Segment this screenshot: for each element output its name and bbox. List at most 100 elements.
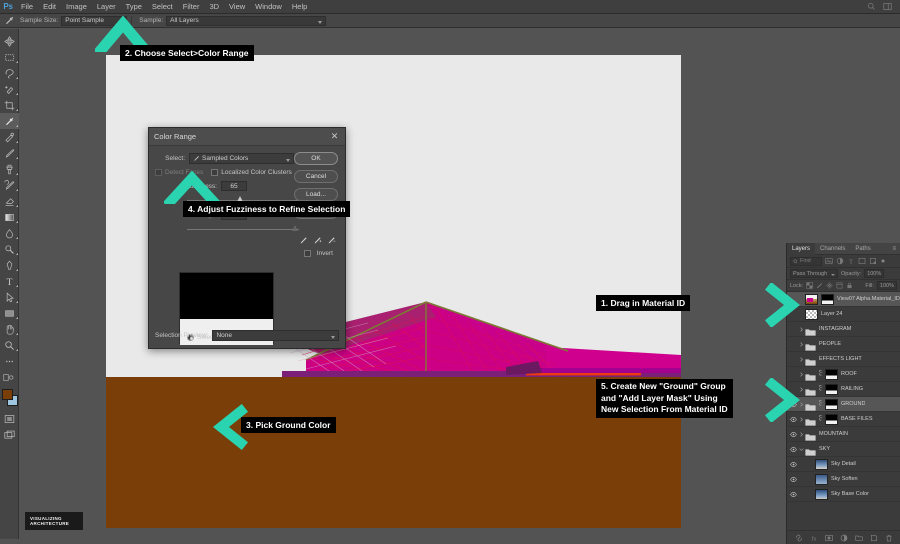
close-icon[interactable]: ✕ (329, 131, 340, 142)
layer-row[interactable]: RAILING (787, 382, 900, 397)
tool-blur[interactable] (0, 225, 19, 241)
tool-pen[interactable] (0, 257, 19, 273)
fill-value[interactable]: 100% (877, 281, 897, 290)
new-group-icon[interactable] (855, 534, 863, 542)
sample-select[interactable]: All Layers (166, 16, 326, 26)
layer-row[interactable]: INSTAGRAM (787, 322, 900, 337)
tool-zoom[interactable] (0, 337, 19, 353)
tool-eraser[interactable] (0, 193, 19, 209)
foreground-color-swatch[interactable] (2, 389, 13, 400)
new-adjustment-layer-icon[interactable] (840, 534, 848, 542)
layer-row[interactable]: BASE FILES (787, 412, 900, 427)
lock-transparency-icon[interactable] (806, 282, 813, 289)
tool-quick-selection[interactable] (0, 81, 19, 97)
search-icon[interactable] (867, 2, 876, 11)
invert-checkbox[interactable] (304, 250, 311, 257)
canvas-area[interactable]: Color Range ✕ Select: Sampled Colors Det… (19, 29, 785, 544)
tool-crop[interactable] (0, 97, 19, 113)
expand-arrow-icon[interactable] (798, 342, 805, 347)
menu-help[interactable]: Help (287, 0, 312, 14)
eyedropper-icon[interactable] (4, 15, 15, 26)
expand-arrow-icon[interactable] (798, 357, 805, 362)
filter-shape-icon[interactable] (858, 257, 866, 265)
workspace-icon[interactable] (883, 2, 892, 11)
layer-row[interactable]: Layer 24 (787, 307, 900, 322)
filter-type-icon[interactable]: T (847, 257, 855, 265)
tool-eyedropper[interactable] (0, 113, 19, 129)
menu-layer[interactable]: Layer (92, 0, 121, 14)
tool-move[interactable] (0, 33, 19, 49)
load-button[interactable]: Load... (294, 188, 338, 201)
tool-path-selection[interactable] (0, 289, 19, 305)
visibility-toggle-icon[interactable] (789, 461, 798, 468)
menu-select[interactable]: Select (147, 0, 178, 14)
layer-thumbnail[interactable] (815, 459, 828, 470)
tab-layers[interactable]: Layers (787, 243, 815, 255)
tool-healing-brush[interactable] (0, 129, 19, 145)
tool-dodge[interactable] (0, 241, 19, 257)
dialog-title-bar[interactable]: Color Range ✕ (149, 128, 345, 146)
layers-list[interactable]: View07 Alpha.Material_IDLayer 24INSTAGRA… (787, 292, 900, 507)
layer-style-icon[interactable]: fx (810, 534, 818, 542)
tool-type[interactable]: T (0, 273, 19, 289)
tab-paths[interactable]: Paths (850, 243, 875, 255)
menu-view[interactable]: View (224, 0, 250, 14)
visibility-toggle-icon[interactable] (789, 491, 798, 498)
layer-row[interactable]: View07 Alpha.Material_ID (787, 292, 900, 307)
tool-quick-mask[interactable] (0, 369, 19, 385)
tool-history-brush[interactable] (0, 177, 19, 193)
new-layer-icon[interactable] (870, 534, 878, 542)
tool-hand[interactable] (0, 321, 19, 337)
tool-edit-toolbar[interactable] (0, 353, 19, 369)
layer-row[interactable]: Sky Detail (787, 457, 900, 472)
layer-mask-thumbnail[interactable] (825, 399, 838, 410)
opacity-value[interactable]: 100% (864, 269, 884, 278)
delete-layer-icon[interactable] (885, 534, 893, 542)
tool-gradient[interactable] (0, 209, 19, 225)
layer-thumbnail[interactable] (805, 294, 818, 305)
tab-channels[interactable]: Channels (815, 243, 850, 255)
blend-mode-dropdown[interactable]: Pass Through (790, 269, 838, 278)
mask-link-icon[interactable] (819, 410, 824, 428)
filter-adjustment-icon[interactable] (836, 257, 844, 265)
filter-toggle-icon[interactable] (880, 258, 886, 264)
layer-mask-thumbnail[interactable] (821, 294, 834, 305)
tool-lasso[interactable] (0, 65, 19, 81)
select-dropdown[interactable]: Sampled Colors (189, 153, 294, 164)
menu-image[interactable]: Image (61, 0, 92, 14)
layer-mask-thumbnail[interactable] (825, 384, 838, 395)
layer-thumbnail[interactable] (815, 474, 828, 485)
expand-arrow-icon[interactable] (798, 432, 805, 437)
tool-brush[interactable] (0, 145, 19, 161)
menu-edit[interactable]: Edit (38, 0, 61, 14)
eyedropper-icon[interactable] (299, 236, 308, 245)
layer-row[interactable]: Sky Soften (787, 472, 900, 487)
tool-clone-stamp[interactable] (0, 161, 19, 177)
layer-row[interactable]: Sky Base Color (787, 487, 900, 502)
expand-arrow-icon[interactable] (798, 447, 805, 452)
layer-row[interactable]: EFFECTS LIGHT (787, 352, 900, 367)
tool-rectangle[interactable] (0, 305, 19, 321)
menu-type[interactable]: Type (121, 0, 147, 14)
visibility-toggle-icon[interactable] (789, 446, 798, 453)
visibility-toggle-icon[interactable] (789, 476, 798, 483)
lock-position-icon[interactable] (826, 282, 833, 289)
detect-faces-checkbox[interactable] (155, 169, 162, 176)
visibility-toggle-icon[interactable] (789, 431, 798, 438)
layer-mask-thumbnail[interactable] (825, 369, 838, 380)
lock-image-icon[interactable] (816, 282, 823, 289)
filter-pixel-icon[interactable] (825, 257, 833, 265)
lock-artboard-icon[interactable] (836, 282, 843, 289)
link-layers-icon[interactable] (795, 534, 803, 542)
panel-menu-icon[interactable]: ≡ (892, 246, 900, 252)
add-layer-mask-icon[interactable] (825, 534, 833, 542)
selection-preview-dropdown[interactable]: None (212, 330, 339, 341)
color-range-dialog[interactable]: Color Range ✕ Select: Sampled Colors Det… (148, 127, 346, 349)
fuzziness-value[interactable]: 65 (221, 181, 247, 191)
menu-window[interactable]: Window (250, 0, 287, 14)
layer-mask-thumbnail[interactable] (825, 414, 838, 425)
layer-row[interactable]: GROUND (787, 397, 900, 412)
expand-arrow-icon[interactable] (798, 372, 805, 377)
filter-smart-icon[interactable] (869, 257, 877, 265)
ok-button[interactable]: OK (294, 152, 338, 165)
